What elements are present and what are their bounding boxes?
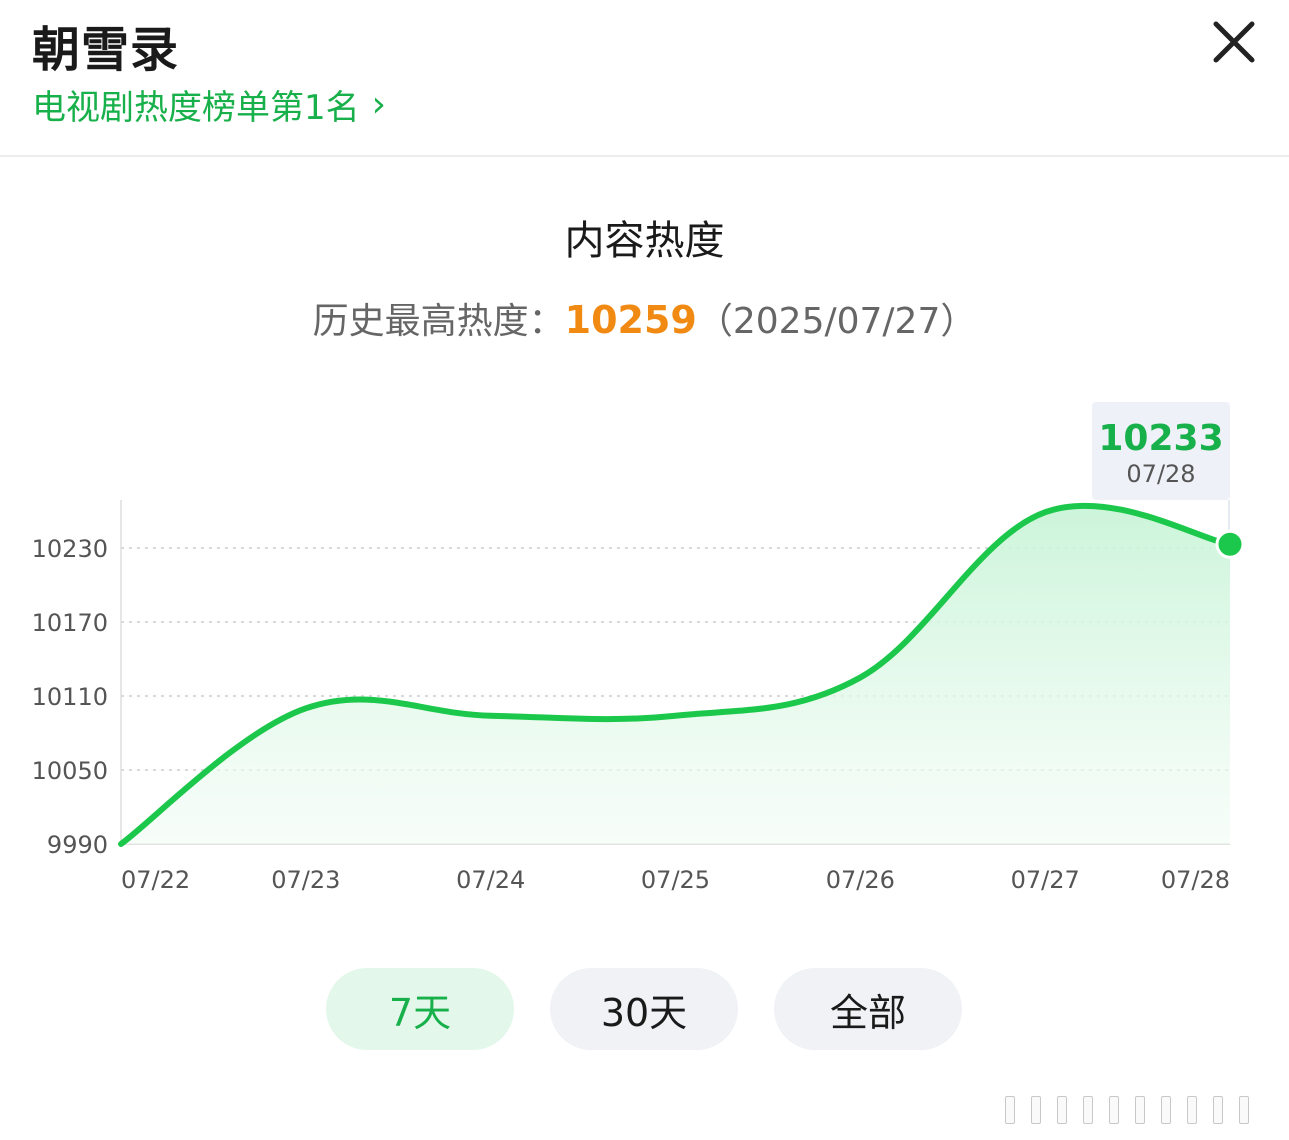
rank-link[interactable]: 电视剧热度榜单第1名 › (32, 80, 386, 129)
bar-mark (1109, 1096, 1119, 1124)
tab-7-days[interactable]: 7天 (326, 968, 514, 1050)
peak-summary: 历史最高热度：10259（2025/07/27） (0, 292, 1289, 344)
x-tick-label: 07/23 (271, 866, 340, 894)
x-tick-label: 07/26 (826, 866, 895, 894)
x-tick-label: 07/28 (1161, 866, 1230, 894)
section-title: 内容热度 (564, 218, 725, 264)
header: 朝雪录 电视剧热度榜单第1名 › (0, 0, 1289, 156)
bar-mark (1161, 1096, 1171, 1124)
bar-mark (1187, 1096, 1197, 1124)
header-divider (0, 155, 1289, 157)
tab-all[interactable]: 全部 (774, 968, 962, 1050)
tab-30-days[interactable]: 30天 (550, 968, 738, 1050)
y-tick-label: 9990 (47, 831, 108, 859)
x-tick-label: 07/22 (121, 866, 190, 894)
range-tabs: 7天 30天 全部 (326, 968, 962, 1050)
y-tick-label: 10110 (32, 683, 108, 711)
close-button[interactable] (1206, 14, 1262, 70)
peak-date: （2025/07/27） (696, 301, 977, 342)
heat-line-chart[interactable]: 9990 10050 10110 10170 10230 07/22 07/23 07/24 0… (0, 380, 1289, 920)
chevron-right-icon: › (371, 83, 387, 125)
watermark-bars (1005, 1094, 1283, 1124)
bar-mark (1083, 1096, 1093, 1124)
rank-link-label: 电视剧热度榜单第1名 (32, 88, 360, 128)
page-title: 朝雪录 (32, 22, 180, 78)
tooltip-value: 10233 (1098, 418, 1223, 459)
x-tick-label: 07/25 (641, 866, 710, 894)
bar-mark (1135, 1096, 1145, 1124)
bar-mark (1213, 1096, 1223, 1124)
bar-mark (1005, 1096, 1015, 1124)
peak-value: 10259 (564, 298, 697, 342)
bar-mark (1239, 1096, 1249, 1124)
bar-mark (1031, 1096, 1041, 1124)
highlight-point (1215, 529, 1245, 559)
close-icon (1213, 21, 1255, 63)
x-tick-label: 07/27 (1011, 866, 1080, 894)
peak-label: 历史最高热度： (312, 301, 565, 342)
y-tick-label: 10170 (32, 609, 108, 637)
bar-mark (1057, 1096, 1067, 1124)
chart-area-fill (121, 505, 1230, 844)
tooltip-date: 07/28 (1126, 460, 1195, 488)
y-tick-label: 10050 (32, 757, 108, 785)
y-tick-label: 10230 (32, 535, 108, 563)
x-tick-label: 07/24 (456, 866, 525, 894)
